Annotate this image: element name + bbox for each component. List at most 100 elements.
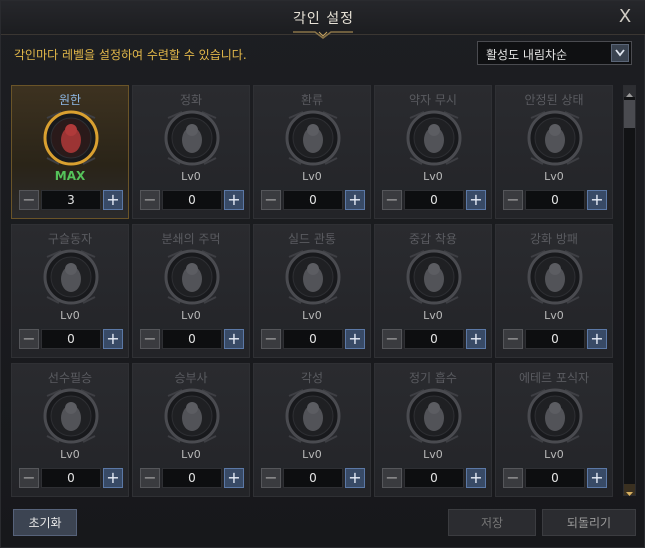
level-value[interactable]: 0 [283, 468, 343, 488]
crushing-fist-icon [164, 249, 220, 305]
engraving-name: 선수필승 [47, 371, 93, 385]
level-stepper[interactable]: − 0 + [19, 329, 123, 349]
engraving-level: MAX [54, 169, 86, 183]
engraving-level: Lv0 [544, 309, 564, 322]
level-stepper[interactable]: − 0 + [503, 190, 607, 210]
engraving-card[interactable]: 약자 무시 Lv0 − 0 + [374, 85, 492, 219]
level-stepper[interactable]: − 0 + [382, 329, 486, 349]
engraving-card[interactable]: 에테르 포식자 Lv0 − 0 + [495, 363, 613, 497]
increase-button[interactable]: + [103, 329, 123, 349]
engraving-name: 승부사 [174, 371, 208, 385]
engraving-level: Lv0 [60, 448, 80, 461]
increase-button[interactable]: + [224, 190, 244, 210]
decrease-button[interactable]: − [261, 329, 281, 349]
increase-button[interactable]: + [466, 190, 486, 210]
decrease-button[interactable]: − [19, 468, 39, 488]
level-stepper[interactable]: − 0 + [19, 468, 123, 488]
level-value[interactable]: 0 [525, 190, 585, 210]
engraving-name: 원한 [58, 93, 82, 107]
level-value[interactable]: 0 [41, 468, 101, 488]
reset-button[interactable]: 초기화 [13, 509, 77, 536]
level-value[interactable]: 0 [404, 329, 464, 349]
level-value[interactable]: 0 [404, 468, 464, 488]
increase-button[interactable]: + [466, 468, 486, 488]
level-stepper[interactable]: − 0 + [261, 190, 365, 210]
level-stepper[interactable]: − 0 + [140, 468, 244, 488]
level-value[interactable]: 0 [525, 329, 585, 349]
engraving-card[interactable]: 분쇄의 주먹 Lv0 − 0 + [132, 224, 250, 358]
chevron-down-icon[interactable] [611, 44, 629, 62]
increase-button[interactable]: + [345, 329, 365, 349]
decrease-button[interactable]: − [503, 468, 523, 488]
decrease-button[interactable]: − [382, 329, 402, 349]
engraving-card[interactable]: 강화 방패 Lv0 − 0 + [495, 224, 613, 358]
increase-button[interactable]: + [587, 329, 607, 349]
increase-button[interactable]: + [224, 468, 244, 488]
level-value[interactable]: 0 [525, 468, 585, 488]
increase-button[interactable]: + [103, 190, 123, 210]
decrease-button[interactable]: − [503, 329, 523, 349]
engraving-card[interactable]: 승부사 Lv0 − 0 + [132, 363, 250, 497]
level-value[interactable]: 0 [162, 190, 222, 210]
level-stepper[interactable]: − 0 + [140, 190, 244, 210]
engraving-card[interactable]: 정기 흡수 Lv0 − 0 + [374, 363, 492, 497]
scrollbar[interactable] [623, 85, 636, 496]
level-value[interactable]: 0 [404, 190, 464, 210]
window-title: 각인 설정 [293, 11, 354, 27]
engraving-card[interactable]: 원한 MAX − 3 + [11, 85, 129, 219]
level-stepper[interactable]: − 0 + [382, 190, 486, 210]
title-bar: 각인 설정 X [1, 1, 645, 39]
level-stepper[interactable]: − 0 + [140, 329, 244, 349]
engraving-card[interactable]: 구슬동자 Lv0 − 0 + [11, 224, 129, 358]
engraving-card[interactable]: 정화 Lv0 − 0 + [132, 85, 250, 219]
engraving-card[interactable]: 선수필승 Lv0 − 0 + [11, 363, 129, 497]
save-button[interactable]: 저장 [448, 509, 536, 536]
level-stepper[interactable]: − 0 + [261, 468, 365, 488]
increase-button[interactable]: + [345, 468, 365, 488]
increase-button[interactable]: + [466, 329, 486, 349]
decrease-button[interactable]: − [261, 190, 281, 210]
close-button[interactable]: X [614, 6, 636, 28]
increase-button[interactable]: + [587, 468, 607, 488]
level-value[interactable]: 0 [283, 329, 343, 349]
decrease-button[interactable]: − [382, 190, 402, 210]
decrease-button[interactable]: − [140, 468, 160, 488]
level-value[interactable]: 0 [162, 468, 222, 488]
engraving-level: Lv0 [302, 309, 322, 322]
increase-button[interactable]: + [224, 329, 244, 349]
decrease-button[interactable]: − [261, 468, 281, 488]
decrease-button[interactable]: − [503, 190, 523, 210]
engraving-card[interactable]: 실드 관통 Lv0 − 0 + [253, 224, 371, 358]
engraving-card[interactable]: 중갑 착용 Lv0 − 0 + [374, 224, 492, 358]
level-stepper[interactable]: − 0 + [382, 468, 486, 488]
level-stepper[interactable]: − 0 + [503, 468, 607, 488]
scroll-up-arrow-icon[interactable] [624, 86, 635, 97]
level-value[interactable]: 3 [41, 190, 101, 210]
engraving-card[interactable]: 안정된 상태 Lv0 − 0 + [495, 85, 613, 219]
decrease-button[interactable]: − [382, 468, 402, 488]
orb-boy-icon [43, 249, 99, 305]
engraving-card[interactable]: 환류 Lv0 − 0 + [253, 85, 371, 219]
level-value[interactable]: 0 [162, 329, 222, 349]
engraving-level: Lv0 [302, 448, 322, 461]
increase-button[interactable]: + [587, 190, 607, 210]
reinforced-shield-icon [527, 249, 583, 305]
increase-button[interactable]: + [103, 468, 123, 488]
engraving-grid: 원한 MAX − 3 + 정화 Lv0 − 0 + 환류 Lv0 − 0 + 약… [8, 81, 620, 499]
level-stepper[interactable]: − 0 + [261, 329, 365, 349]
decrease-button[interactable]: − [140, 329, 160, 349]
revert-button[interactable]: 되돌리기 [542, 509, 636, 536]
engraving-card[interactable]: 각성 Lv0 − 0 + [253, 363, 371, 497]
level-stepper[interactable]: − 0 + [503, 329, 607, 349]
increase-button[interactable]: + [345, 190, 365, 210]
level-value[interactable]: 0 [41, 329, 101, 349]
scroll-thumb[interactable] [624, 100, 635, 128]
decrease-button[interactable]: − [19, 190, 39, 210]
level-value[interactable]: 0 [283, 190, 343, 210]
scroll-down-arrow-icon[interactable] [624, 484, 635, 496]
decrease-button[interactable]: − [140, 190, 160, 210]
level-stepper[interactable]: − 3 + [19, 190, 123, 210]
sort-dropdown[interactable]: 활성도 내림차순 [477, 41, 632, 65]
decrease-button[interactable]: − [19, 329, 39, 349]
engraving-name: 실드 관통 [288, 232, 336, 246]
